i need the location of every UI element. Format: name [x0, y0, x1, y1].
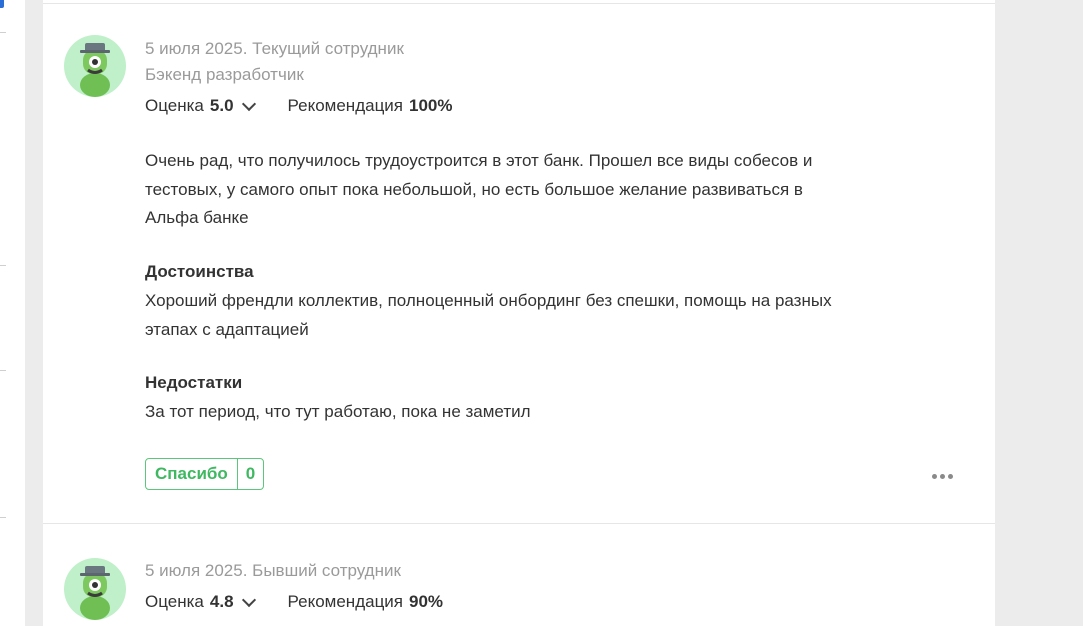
thanks-button[interactable]: Спасибо 0	[145, 458, 265, 490]
sidebar-divider	[0, 32, 6, 33]
sidebar-divider	[0, 265, 6, 266]
review-text: Очень рад, что получилось трудоустроится…	[145, 151, 813, 227]
rating-value: 5.0	[209, 96, 234, 115]
thanks-count: 0	[236, 459, 263, 489]
avatar-mascot-icon	[64, 558, 126, 620]
rating-value: 4.8	[209, 592, 234, 611]
review-position: Бэкенд разработчик	[145, 65, 304, 84]
rating-label: Оценка	[145, 592, 204, 611]
recommend-value: 90%	[409, 592, 444, 611]
more-dots-icon[interactable]	[932, 474, 953, 479]
recommend-label: Рекомендация	[287, 96, 404, 115]
rating-label: Оценка	[145, 96, 204, 115]
review-card: 5 июля 2025. Текущий сотрудник Бэкенд ра…	[43, 0, 995, 523]
cons-heading: Недостатки	[145, 373, 243, 392]
cons-text: За тот период, что тут работаю, пока не …	[145, 402, 531, 421]
review-meta: 5 июля 2025. Бывший сотрудник	[145, 561, 401, 580]
sidebar-divider	[0, 517, 6, 518]
pros-text: Хороший френдли коллектив, полноценный о…	[145, 291, 832, 339]
recommend-label: Рекомендация	[287, 592, 404, 611]
review-ratings: Оценка 4.8 Рекомендация 90%	[145, 592, 443, 612]
pros-heading: Достоинства	[145, 262, 254, 281]
avatar-mascot-icon	[64, 35, 126, 97]
review-ratings: Оценка 5.0 Рекомендация 100%	[145, 96, 453, 116]
recommend-value: 100%	[409, 96, 453, 115]
sidebar-marker	[0, 0, 4, 8]
left-sidebar-edge	[0, 0, 25, 626]
sidebar-divider	[0, 370, 6, 371]
thanks-label: Спасибо	[155, 464, 228, 483]
review-meta: 5 июля 2025. Текущий сотрудник	[145, 39, 404, 58]
chevron-down-icon[interactable]	[241, 96, 256, 111]
chevron-down-icon[interactable]	[241, 592, 256, 607]
review-card: 5 июля 2025. Бывший сотрудник Оценка 4.8…	[43, 524, 995, 626]
